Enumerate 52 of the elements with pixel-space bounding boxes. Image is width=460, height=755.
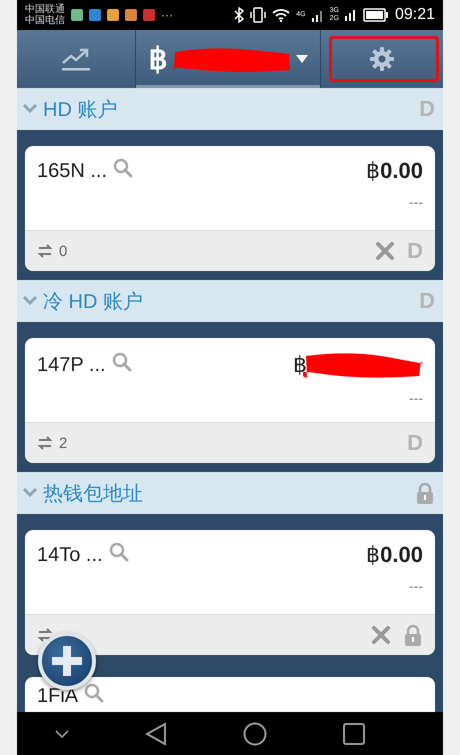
signal-icon [344,8,357,22]
vibrate-icon [250,7,266,23]
transaction-count: 2 [59,434,68,452]
trend-chart-icon [61,47,91,71]
transaction-count: 0 [59,242,68,260]
transfer-icon [37,627,53,643]
bitcoin-symbol: ฿ [148,42,168,77]
carrier-label: 中国联通 [25,4,65,15]
chevron-down-icon [23,104,37,114]
section-title: 热钱包地址 [43,482,144,506]
search-icon [113,158,134,178]
search-icon [84,683,104,703]
carrier-label: 中国电信 [25,15,65,26]
recent-apps-icon[interactable] [343,722,365,744]
balance-amount: ฿0.00 [366,542,423,568]
address-text: 14To ... [37,544,103,566]
clock-time: 09:21 [394,6,435,24]
transfer-icon [37,435,53,451]
settings-icon [369,46,395,72]
chevron-down-icon [23,296,37,306]
change-text: --- [409,194,423,210]
back-icon[interactable] [145,722,167,746]
address-text: 1FiA [37,684,78,708]
balance-amount: ฿0.00 [366,158,423,184]
change-text: --- [409,390,423,406]
signal-icon [312,8,324,22]
chevron-down-icon[interactable] [55,728,69,738]
caret-icon [296,55,308,63]
x-icon [371,625,391,645]
change-text: --- [409,578,423,594]
lock-icon [415,482,435,504]
plus-icon [50,644,84,678]
address-card[interactable]: 14To ... ฿0.00 --- [25,530,435,655]
address-text: 147P ... [37,354,106,376]
search-icon [112,352,132,372]
d-icon: D [419,288,435,314]
section-title: HD 账户 [43,98,118,122]
address-card[interactable]: 1FiA [25,677,435,712]
balance-amount: ฿ [293,352,307,378]
search-icon [108,542,129,562]
d-icon: D [419,96,435,122]
address-text: 165N ... [37,160,108,182]
x-icon [375,241,396,261]
battery-icon [362,8,389,22]
section-title: 冷 HD 账户 [43,290,144,314]
home-icon[interactable] [243,722,267,746]
lock-icon [403,624,423,646]
chevron-down-icon [23,488,37,498]
transfer-icon [37,243,53,259]
more-indicator: ··· [161,8,173,22]
wifi-icon [272,8,290,22]
bluetooth-icon [234,7,244,23]
